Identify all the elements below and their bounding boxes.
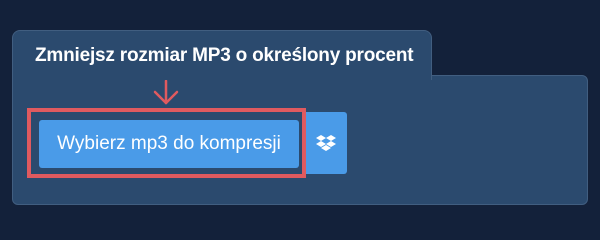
- dropbox-button[interactable]: [305, 112, 347, 174]
- panel-tab: Zmniejsz rozmiar MP3 o określony procent: [12, 30, 432, 80]
- dropbox-icon: [316, 135, 336, 151]
- highlight-frame: Wybierz mp3 do kompresji: [27, 108, 306, 178]
- page-title: Zmniejsz rozmiar MP3 o określony procent: [35, 45, 414, 66]
- down-arrow-icon: [153, 80, 179, 105]
- select-mp3-button[interactable]: Wybierz mp3 do kompresji: [39, 120, 299, 168]
